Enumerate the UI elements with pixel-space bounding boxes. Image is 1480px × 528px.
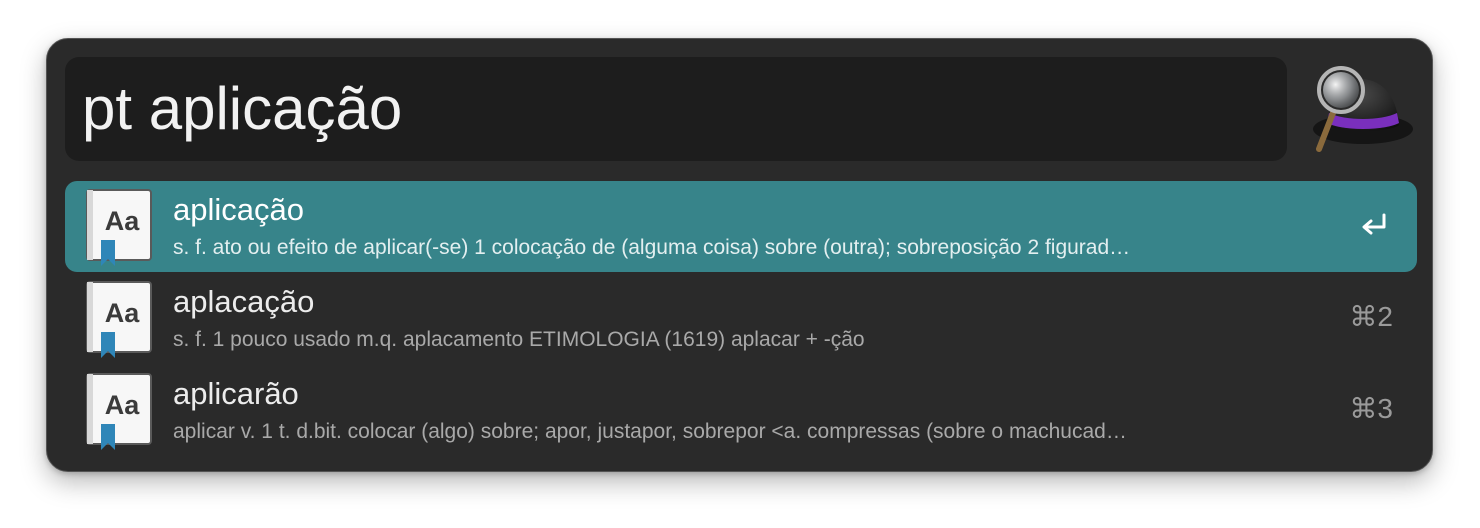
result-title: aplicarão bbox=[173, 376, 299, 411]
search-query-text[interactable]: pt aplicação bbox=[82, 71, 402, 147]
result-subtitle: s. f. ato ou efeito de aplicar(-se) 1 co… bbox=[173, 236, 1131, 259]
svg-text:Aa: Aa bbox=[105, 298, 140, 328]
shortcut-label: ⌘2 bbox=[1349, 301, 1393, 332]
dictionary-icon: Aa bbox=[83, 372, 155, 452]
result-item-2[interactable]: Aa aplacação s. f. 1 pouco usado m.q. ap… bbox=[65, 273, 1417, 364]
result-item-3[interactable]: Aa aplicarão aplicar v. 1 t. d.bit. colo… bbox=[65, 365, 1417, 456]
return-key-icon bbox=[1359, 211, 1389, 241]
search-input[interactable]: pt aplicação bbox=[65, 57, 1287, 161]
alfred-hat-icon bbox=[1305, 63, 1417, 155]
result-title: aplacação bbox=[173, 284, 315, 319]
dictionary-icon: Aa bbox=[83, 188, 155, 268]
result-item-1[interactable]: Aa aplicação s. f. ato ou efeito de apli… bbox=[65, 181, 1417, 272]
shortcut-label: ⌘3 bbox=[1349, 393, 1393, 424]
result-subtitle: aplicar v. 1 t. d.bit. colocar (algo) so… bbox=[173, 420, 1127, 443]
dictionary-icon: Aa bbox=[83, 280, 155, 360]
result-title: aplicação bbox=[173, 192, 304, 227]
result-subtitle: s. f. 1 pouco usado m.q. aplacamento ETI… bbox=[173, 328, 865, 351]
svg-text:Aa: Aa bbox=[105, 390, 140, 420]
alfred-window: pt aplicação Aa aplicação s. f. ato ou e… bbox=[46, 38, 1433, 472]
svg-text:Aa: Aa bbox=[105, 206, 140, 236]
